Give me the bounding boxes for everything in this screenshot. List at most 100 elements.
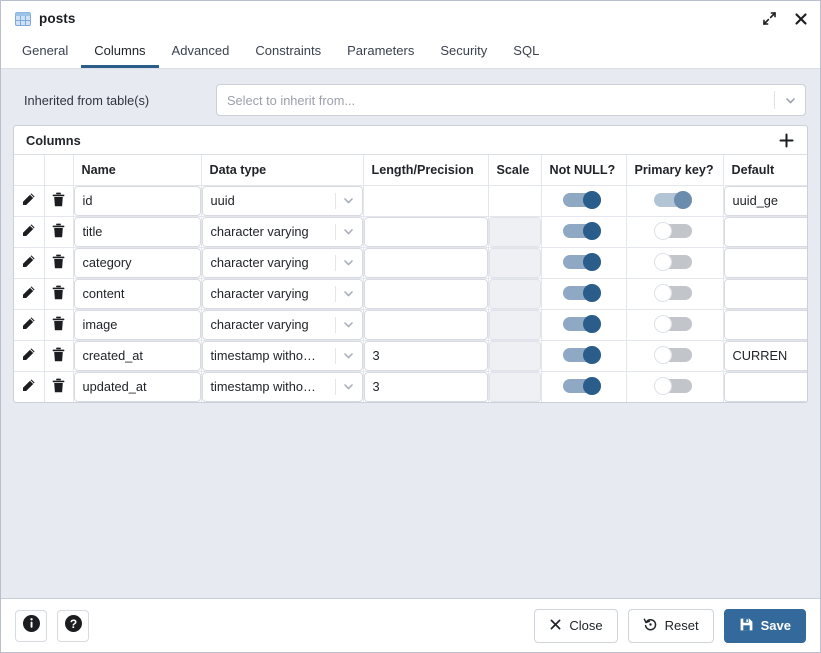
inherited-from-label: Inherited from table(s) (24, 92, 150, 108)
trash-icon[interactable] (48, 251, 70, 273)
primary-key-toggle[interactable] (653, 222, 696, 241)
length-precision-input[interactable] (363, 309, 488, 340)
primary-key-toggle[interactable] (653, 346, 696, 365)
pencil-icon[interactable] (18, 189, 40, 211)
chevron-down-icon[interactable] (336, 318, 362, 331)
default-value-input[interactable] (723, 340, 807, 371)
scale-input (488, 216, 541, 247)
close-button[interactable]: Close (534, 608, 618, 643)
chevron-down-icon[interactable] (336, 225, 362, 238)
titlebar-controls (760, 10, 810, 28)
column-header-primary-key: Primary key? (626, 155, 724, 186)
not-null-toggle[interactable] (562, 284, 605, 303)
not-null-toggle[interactable] (562, 191, 605, 210)
tab-constraints[interactable]: Constraints (242, 36, 334, 68)
trash-icon[interactable] (48, 220, 70, 242)
data-type-value: uuid (210, 193, 235, 208)
not-null-toggle[interactable] (562, 377, 605, 396)
scale-cell (488, 309, 542, 341)
length-precision-input[interactable] (363, 216, 488, 247)
column-name-input[interactable] (73, 216, 201, 247)
pencil-icon[interactable] (18, 375, 40, 397)
length-precision-input[interactable] (363, 278, 488, 309)
tab-general[interactable]: General (9, 36, 81, 68)
tab-label: Parameters (347, 43, 415, 58)
toggle-knob (582, 315, 601, 334)
columns-grid-scroll[interactable]: Name Data type Length/Precision Scale Not NU… (14, 155, 807, 402)
chevron-down-icon[interactable] (336, 287, 362, 300)
column-name-input[interactable] (73, 247, 201, 278)
default-value-input[interactable] (723, 185, 807, 216)
tab-security[interactable]: Security (427, 36, 500, 68)
trash-icon[interactable] (48, 344, 70, 366)
pencil-icon[interactable] (18, 313, 40, 335)
primary-key-toggle[interactable] (653, 377, 696, 396)
length-precision-input[interactable] (363, 247, 488, 278)
not-null-toggle[interactable] (562, 346, 605, 365)
column-name-input[interactable] (73, 185, 201, 216)
column-name-input[interactable] (73, 278, 201, 309)
pencil-icon[interactable] (18, 251, 40, 273)
data-type-select[interactable]: character varying (201, 309, 363, 340)
column-name-input[interactable] (73, 371, 201, 402)
not-null-toggle[interactable] (562, 222, 605, 241)
pencil-icon[interactable] (18, 282, 40, 304)
default-value-input[interactable] (723, 247, 807, 278)
not-null-toggle[interactable] (562, 315, 605, 334)
default-value-input[interactable] (723, 309, 807, 340)
trash-icon[interactable] (48, 313, 70, 335)
table-row: uuid (14, 185, 807, 217)
inherit-from-placeholder: Select to inherit from... (227, 92, 356, 108)
info-button[interactable] (15, 609, 47, 642)
pencil-icon[interactable] (18, 344, 40, 366)
pencil-icon[interactable] (18, 220, 40, 242)
primary-key-toggle[interactable] (653, 191, 696, 210)
tab-sql[interactable]: SQL (500, 36, 552, 68)
data-type-select[interactable]: character varying (201, 216, 363, 247)
data-type-cell: character varying (201, 216, 364, 248)
data-type-select[interactable]: uuid (201, 185, 363, 216)
length-precision-input[interactable] (363, 340, 488, 371)
save-button[interactable]: Save (723, 608, 806, 643)
chevron-down-icon[interactable] (336, 256, 362, 269)
close-icon[interactable] (792, 10, 810, 28)
column-name-input[interactable] (73, 340, 201, 371)
default-value-input[interactable] (723, 216, 807, 247)
length-precision-cell (363, 216, 489, 248)
default-cell (723, 185, 807, 217)
length-precision-input[interactable] (363, 371, 488, 402)
tab-label: SQL (513, 43, 540, 58)
chevron-down-icon[interactable] (775, 85, 805, 115)
table-properties-dialog: posts General Columns Advanced Constrain… (0, 0, 821, 653)
column-header-not-null: Not NULL? (541, 155, 627, 186)
chevron-down-icon[interactable] (336, 349, 362, 362)
tab-parameters[interactable]: Parameters (334, 36, 427, 68)
data-type-select[interactable]: timestamp witho… (201, 371, 363, 402)
column-name-input[interactable] (73, 309, 201, 340)
columns-panel-header: Columns (14, 126, 807, 155)
not-null-toggle[interactable] (562, 253, 605, 272)
expand-icon[interactable] (760, 10, 778, 28)
scale-input (488, 340, 541, 371)
default-value-input[interactable] (723, 278, 807, 309)
inherit-from-select[interactable]: Select to inherit from... (216, 84, 806, 116)
primary-key-toggle[interactable] (653, 315, 696, 334)
column-header-label: Length/Precision (371, 162, 474, 177)
add-column-button[interactable] (775, 129, 797, 151)
default-value-input[interactable] (723, 371, 807, 402)
trash-icon[interactable] (48, 282, 70, 304)
help-button[interactable]: ? (57, 609, 89, 642)
primary-key-toggle[interactable] (653, 253, 696, 272)
tab-label: Columns (94, 43, 146, 58)
trash-icon[interactable] (48, 375, 70, 397)
tab-columns[interactable]: Columns (81, 36, 159, 68)
trash-icon[interactable] (48, 189, 70, 211)
chevron-down-icon[interactable] (336, 380, 362, 393)
chevron-down-icon[interactable] (336, 194, 362, 207)
reset-button[interactable]: Reset (627, 608, 714, 643)
data-type-select[interactable]: character varying (201, 278, 363, 309)
data-type-select[interactable]: character varying (201, 247, 363, 278)
primary-key-toggle[interactable] (653, 284, 696, 303)
data-type-select[interactable]: timestamp witho… (201, 340, 363, 371)
tab-advanced[interactable]: Advanced (159, 36, 243, 68)
